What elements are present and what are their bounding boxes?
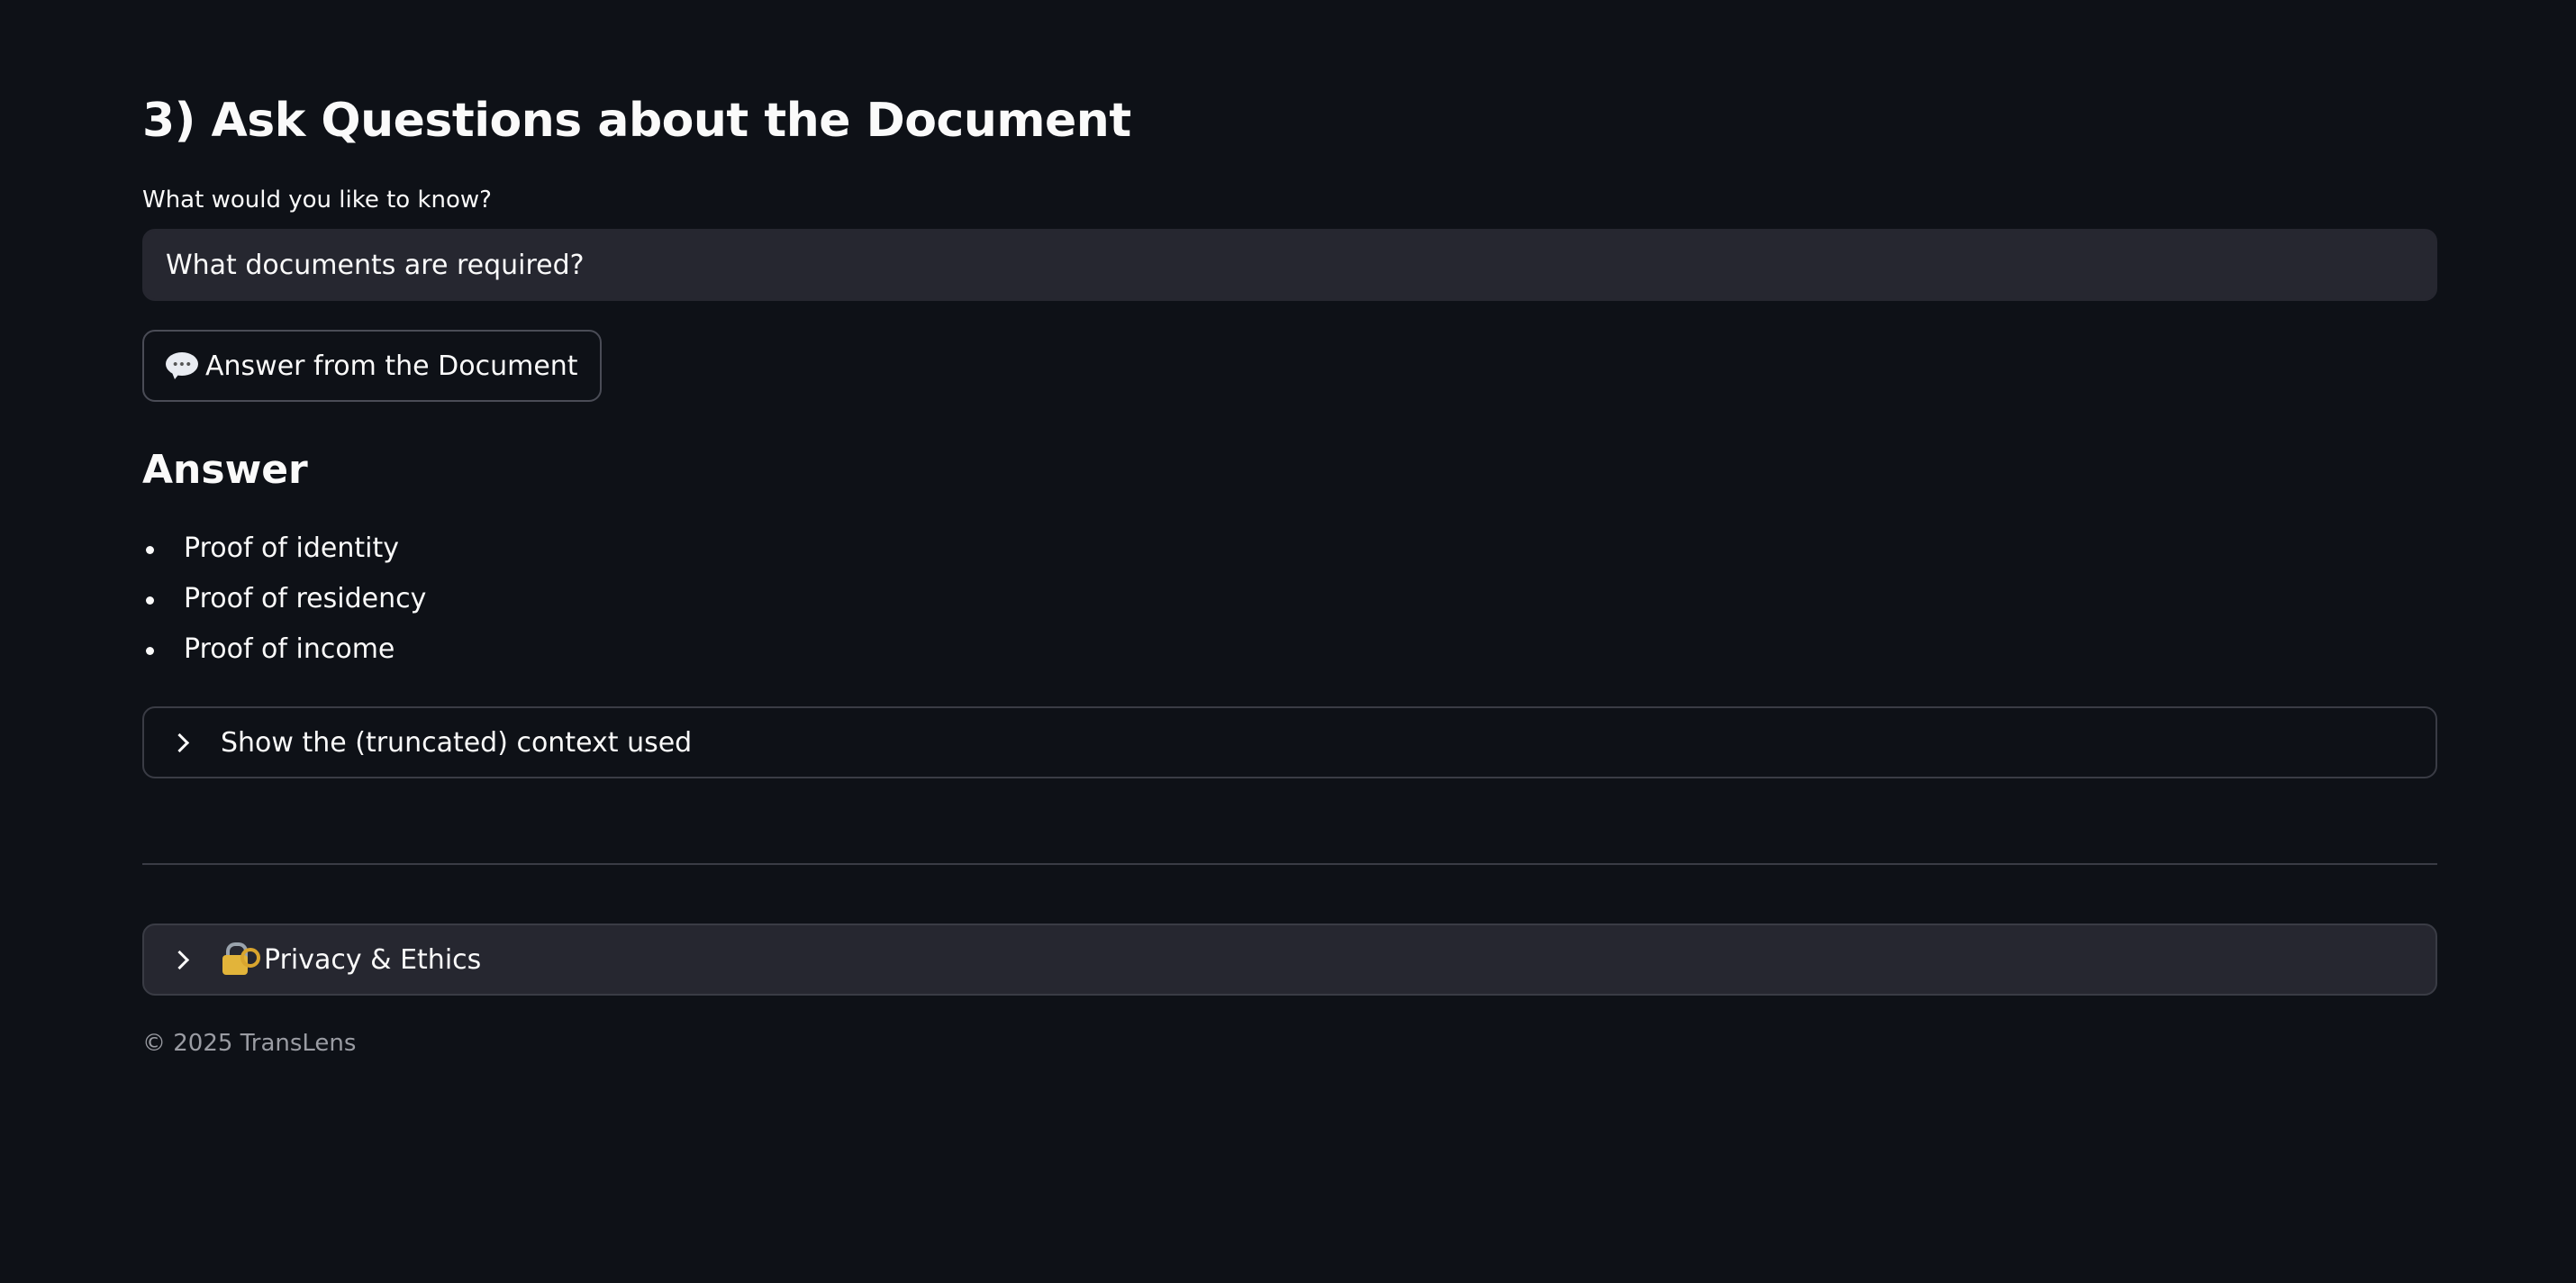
speech-balloon-icon — [166, 352, 198, 379]
question-input[interactable] — [142, 229, 2437, 301]
list-item: Proof of residency — [142, 580, 426, 618]
answer-from-document-button[interactable]: Answer from the Document — [142, 330, 602, 402]
footer-copyright: © 2025 TransLens — [142, 1030, 357, 1057]
answer-list: Proof of identity Proof of residency Pro… — [142, 530, 426, 681]
list-item: Proof of income — [142, 631, 426, 669]
context-expander-label: Show the (truncated) context used — [221, 726, 693, 759]
lock-with-key-icon — [221, 942, 260, 977]
privacy-expander-label: Privacy & Ethics — [264, 943, 482, 976]
privacy-expander[interactable]: Privacy & Ethics — [142, 924, 2437, 996]
answer-heading: Answer — [142, 447, 308, 493]
chevron-right-icon — [169, 732, 190, 752]
page-title: 3) Ask Questions about the Document — [142, 94, 1131, 148]
context-expander[interactable]: Show the (truncated) context used — [142, 706, 2437, 778]
question-label: What would you like to know? — [142, 187, 492, 214]
answer-button-label: Answer from the Document — [205, 350, 578, 382]
chevron-right-icon — [169, 950, 190, 969]
list-item: Proof of identity — [142, 530, 426, 568]
divider — [142, 863, 2437, 865]
